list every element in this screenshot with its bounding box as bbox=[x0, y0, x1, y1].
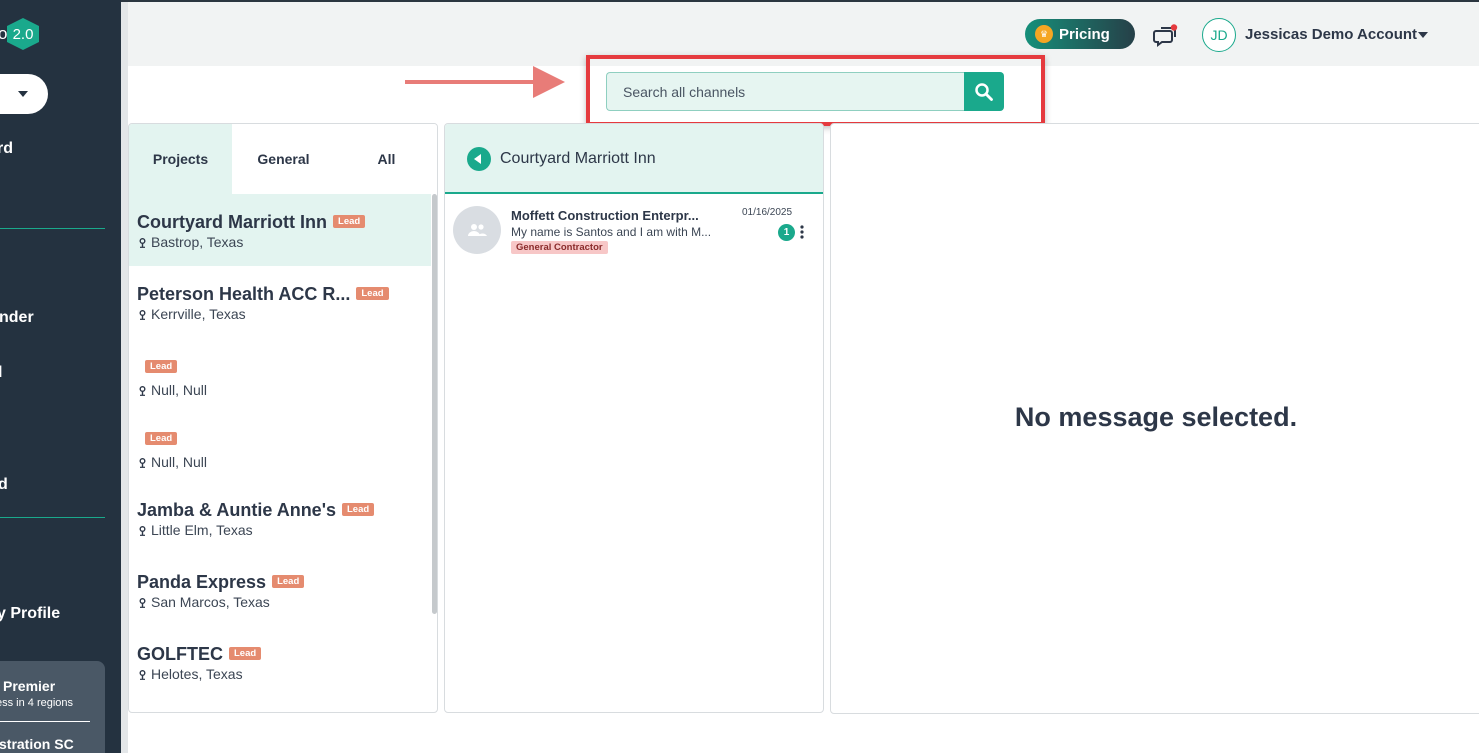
avatar[interactable]: JD bbox=[1202, 18, 1236, 52]
plan-card[interactable]: Premier ess in 4 regions stration SC bbox=[0, 661, 105, 753]
lead-badge: Lead bbox=[229, 646, 262, 660]
logo-text: o bbox=[0, 24, 8, 43]
plan-divider bbox=[0, 721, 90, 722]
logo-version-badge: 2.0 bbox=[7, 18, 39, 50]
list-item[interactable]: GOLFTEC Lead Helotes, Texas bbox=[129, 626, 431, 698]
crown-icon: ♛ bbox=[1035, 25, 1053, 43]
list-item[interactable]: Panda Express Lead San Marcos, Texas bbox=[129, 554, 431, 626]
pricing-button[interactable]: ♛ Pricing bbox=[1025, 19, 1135, 49]
lead-badge: Lead bbox=[341, 502, 375, 516]
location-pin-icon bbox=[139, 458, 146, 468]
list-item[interactable]: Lead Null, Null bbox=[129, 410, 431, 482]
project-name: Peterson Health ACC R... bbox=[137, 284, 351, 304]
location-pin-icon bbox=[139, 310, 146, 320]
sidebar-item-finder[interactable]: nder bbox=[0, 309, 34, 327]
project-name: Courtyard Marriott Inn bbox=[137, 212, 328, 232]
project-location: Helotes, Texas bbox=[151, 666, 243, 682]
group-avatar-icon bbox=[453, 206, 501, 254]
channel-panel: Courtyard Marriott Inn Moffett Construct… bbox=[444, 123, 824, 713]
message-sender: Moffett Construction Enterpr... bbox=[511, 208, 699, 223]
project-list-scrollbar[interactable] bbox=[432, 194, 437, 614]
sidebar-item-profile[interactable]: y Profile bbox=[0, 605, 60, 623]
channel-tabs: Projects General All bbox=[129, 124, 437, 194]
sidebar-edge bbox=[121, 0, 128, 753]
project-list: Courtyard Marriott Inn Lead Bastrop, Texa… bbox=[129, 194, 431, 712]
channel-title: Courtyard Marriott Inn bbox=[500, 150, 656, 167]
projects-panel: Projects General All Courtyard Marriott … bbox=[128, 123, 438, 713]
lead-badge: Lead bbox=[145, 360, 178, 373]
lead-badge: Lead bbox=[333, 214, 366, 228]
lead-badge: Lead bbox=[272, 574, 305, 588]
plan-title: Premier bbox=[3, 678, 56, 694]
chat-notification-icon[interactable] bbox=[1153, 24, 1179, 48]
list-item[interactable]: Jamba & Auntie Anne's Lead Little Elm, Te… bbox=[129, 482, 431, 554]
unread-count-badge: 1 bbox=[778, 224, 795, 241]
list-item[interactable]: Peterson Health ACC R... Lead Kerrville, … bbox=[129, 266, 431, 338]
kebab-menu-icon[interactable] bbox=[800, 225, 804, 239]
message-preview: My name is Santos and I am with M... bbox=[511, 225, 712, 239]
sidebar-item-dashboard[interactable]: rd bbox=[0, 140, 13, 158]
project-location: Little Elm, Texas bbox=[151, 522, 253, 538]
location-pin-icon bbox=[139, 598, 146, 608]
project-location: Kerrville, Texas bbox=[151, 306, 246, 322]
search-icon bbox=[975, 82, 993, 101]
sidebar-item-3[interactable]: l bbox=[0, 364, 2, 382]
plan-subtitle: ess in 4 regions bbox=[0, 697, 74, 709]
chevron-down-icon bbox=[18, 91, 28, 97]
plan-account: stration SC bbox=[0, 736, 74, 752]
empty-state-text: No message selected. bbox=[1014, 402, 1298, 432]
tab-general[interactable]: General bbox=[232, 124, 335, 194]
project-location: Bastrop, Texas bbox=[151, 234, 244, 250]
role-badge: General Contractor bbox=[511, 241, 608, 254]
project-location: Null, Null bbox=[151, 454, 208, 470]
project-name: Jamba & Auntie Anne's bbox=[137, 500, 336, 520]
sidebar-divider bbox=[0, 228, 105, 229]
account-name[interactable]: Jessicas Demo Account bbox=[1245, 26, 1417, 43]
channel-header: Courtyard Marriott Inn bbox=[445, 124, 823, 194]
annotation-arrow-icon bbox=[405, 66, 565, 98]
back-button[interactable] bbox=[467, 147, 491, 171]
pricing-label: Pricing bbox=[1059, 25, 1110, 43]
message-panel: No message selected. bbox=[830, 123, 1479, 714]
search-input[interactable] bbox=[606, 72, 966, 111]
tab-all[interactable]: All bbox=[335, 124, 437, 194]
list-item[interactable]: Courtyard Marriott Inn Lead Bastrop, Texa… bbox=[129, 194, 431, 266]
location-pin-icon bbox=[139, 526, 146, 536]
search-button[interactable] bbox=[964, 72, 1004, 111]
tab-projects[interactable]: Projects bbox=[129, 124, 232, 194]
workspace-dropdown[interactable] bbox=[0, 74, 48, 114]
sidebar-divider bbox=[0, 517, 105, 518]
sidebar-item-4[interactable]: d bbox=[0, 476, 8, 494]
lead-badge: Lead bbox=[356, 286, 389, 300]
project-location: San Marcos, Texas bbox=[151, 594, 270, 610]
location-pin-icon bbox=[139, 670, 146, 680]
lead-badge: Lead bbox=[145, 432, 178, 445]
message-date: 01/16/2025 bbox=[742, 207, 793, 218]
project-location: Null, Null bbox=[151, 382, 208, 398]
top-border bbox=[121, 0, 1479, 2]
message-thread-item[interactable]: Moffett Construction Enterpr... My name … bbox=[445, 196, 823, 266]
project-name: Panda Express bbox=[137, 572, 267, 592]
location-pin-icon bbox=[139, 386, 146, 396]
project-name: GOLFTEC bbox=[137, 644, 223, 664]
sidebar: o 2.0 rd nder l d y Profile Premier ess … bbox=[0, 0, 121, 753]
chevron-down-icon[interactable] bbox=[1418, 32, 1428, 38]
list-item[interactable]: Lead Null, Null bbox=[129, 338, 431, 410]
location-pin-icon bbox=[139, 238, 146, 248]
